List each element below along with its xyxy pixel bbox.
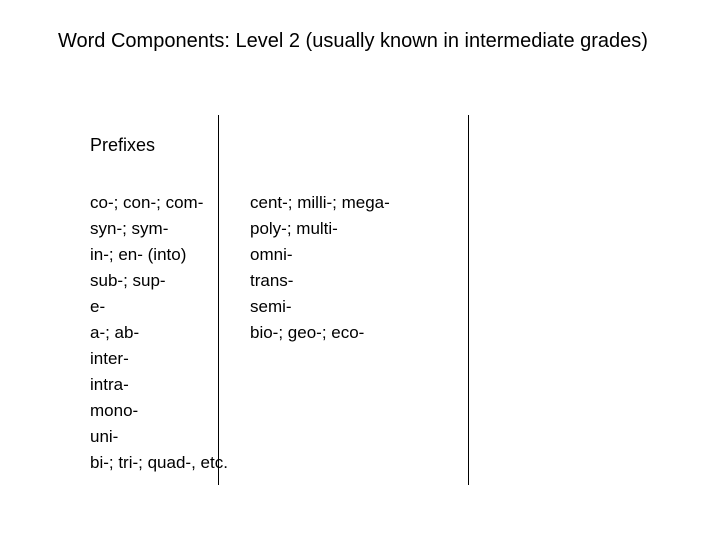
list-item: mono- (90, 398, 228, 424)
list-item: co-; con-; com- (90, 190, 228, 216)
list-item: inter- (90, 346, 228, 372)
page: Word Components: Level 2 (usually known … (0, 0, 720, 540)
section-heading-prefixes: Prefixes (90, 135, 155, 156)
list-item: uni- (90, 424, 228, 450)
list-item: syn-; sym- (90, 216, 228, 242)
page-title: Word Components: Level 2 (usually known … (58, 30, 648, 53)
prefix-column-2: cent-; milli-; mega- poly-; multi- omni-… (250, 190, 390, 346)
list-item: cent-; milli-; mega- (250, 190, 390, 216)
list-item: trans- (250, 268, 390, 294)
list-item: semi- (250, 294, 390, 320)
vertical-divider-2 (468, 115, 469, 485)
list-item: intra- (90, 372, 228, 398)
prefix-column-1: co-; con-; com- syn-; sym- in-; en- (int… (90, 190, 228, 476)
list-item: e- (90, 294, 228, 320)
list-item: in-; en- (into) (90, 242, 228, 268)
list-item: sub-; sup- (90, 268, 228, 294)
list-item: bi-; tri-; quad-, etc. (90, 450, 228, 476)
list-item: a-; ab- (90, 320, 228, 346)
list-item: omni- (250, 242, 390, 268)
list-item: bio-; geo-; eco- (250, 320, 390, 346)
list-item: poly-; multi- (250, 216, 390, 242)
